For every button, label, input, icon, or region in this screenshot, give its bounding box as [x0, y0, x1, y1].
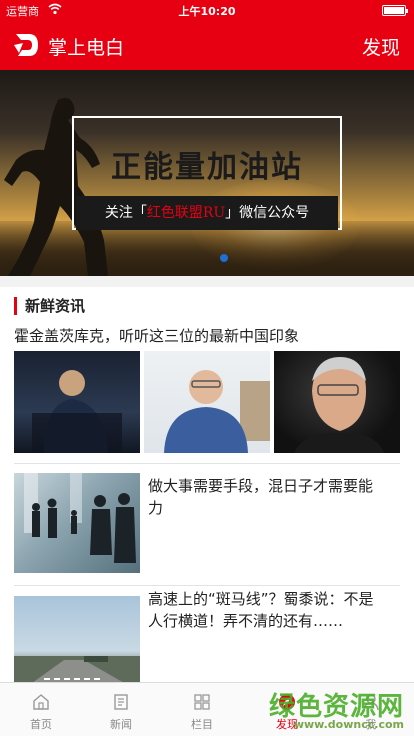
news-title[interactable]: 做大事需要手段，混日子才需要能力 [148, 475, 384, 519]
app-logo-icon [14, 34, 38, 56]
news-icon [114, 694, 128, 710]
carousel-indicator[interactable] [220, 254, 228, 262]
news-thumbnail[interactable] [144, 351, 270, 453]
banner-sub-suffix: 」微信公众号 [225, 205, 310, 221]
status-bar: 运营商 上午10:20 [0, 0, 414, 20]
banner-sub-highlight: 红色联盟RU [146, 205, 226, 221]
news-title[interactable]: 霍金盖茨库克，听听这三位的最新中国印象 [14, 325, 299, 346]
banner-headline: 正能量加油站 [111, 150, 303, 185]
divider [14, 585, 400, 586]
person-photo-2 [164, 370, 270, 453]
home-icon [33, 694, 49, 710]
news-thumbnail[interactable] [14, 351, 140, 453]
clock: 上午10:20 [178, 5, 236, 18]
person-photo-3 [294, 357, 384, 453]
divider [14, 463, 400, 464]
grid-icon [194, 694, 210, 710]
discover-button[interactable]: 发现 [362, 33, 400, 60]
tab-label: 首页 [30, 718, 52, 731]
person-photo-1 [32, 370, 122, 453]
banner-frame: 正能量加油站 关注「红色联盟RU」微信公众号 [72, 116, 342, 230]
news-thumbnail[interactable] [14, 473, 140, 573]
nav-bar: 掌上电白 发现 [0, 20, 414, 70]
watermark: 绿色资源网 www.downcc.com [268, 684, 414, 736]
news-thumbnail[interactable] [14, 596, 140, 682]
news-image-group[interactable] [14, 351, 400, 453]
section-title: 新鲜资讯 [14, 297, 85, 315]
news-title[interactable]: 高速上的“斑马线”？蜀黍说：不是人行横道！弄不清的还有…… [148, 588, 384, 632]
news-list: 新鲜资讯 霍金盖茨库克，听听这三位的最新中国印象 做大事需要手段，混日子才需要能… [0, 287, 414, 682]
tab-label: 新闻 [110, 718, 132, 731]
battery-icon [382, 5, 408, 16]
tab-news[interactable]: 新闻 [80, 683, 162, 736]
news-thumbnail[interactable] [274, 351, 400, 453]
app-title: 掌上电白 [48, 37, 125, 59]
tab-home[interactable]: 首页 [0, 683, 82, 736]
highway-photo [14, 656, 140, 682]
banner-subtitle: 关注「红色联盟RU」微信公众号 [76, 196, 338, 230]
business-people-photo [24, 473, 136, 563]
tab-label: 栏目 [191, 718, 213, 731]
banner-sub-prefix: 关注「 [104, 205, 147, 221]
tab-columns[interactable]: 栏目 [161, 683, 243, 736]
watermark-url: www.downcc.com [293, 718, 404, 731]
banner-carousel[interactable]: 正能量加油站 关注「红色联盟RU」微信公众号 [0, 70, 414, 276]
